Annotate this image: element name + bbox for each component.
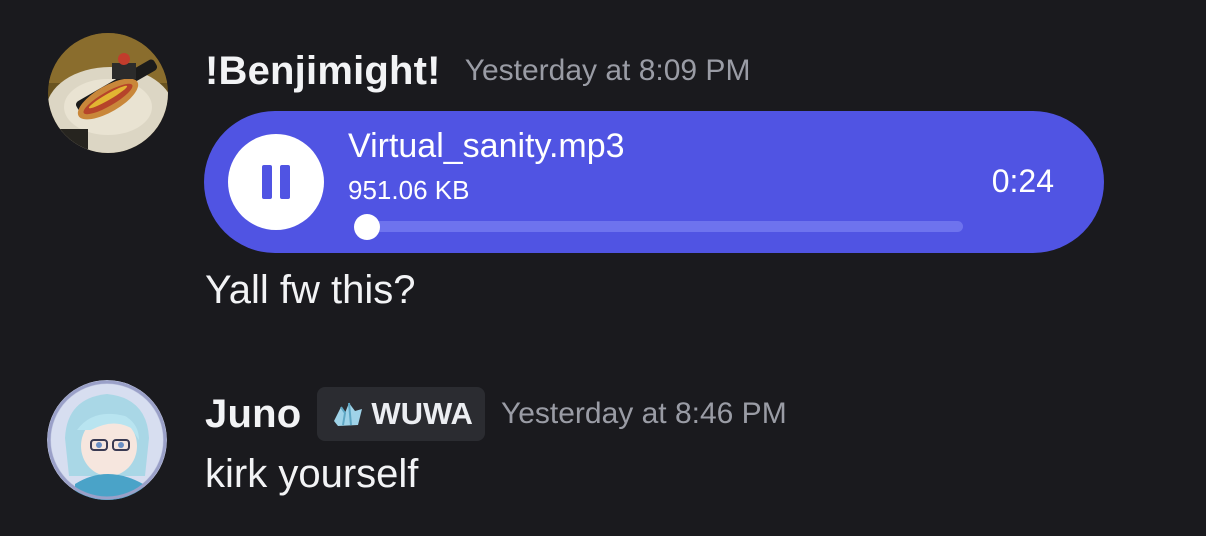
- avatar[interactable]: [48, 33, 168, 153]
- message-1: !Benjimight! Yesterday at 8:09 PM Virtua…: [0, 0, 1206, 340]
- username[interactable]: !Benjimight!: [205, 49, 441, 94]
- crystal-icon: [334, 402, 363, 426]
- audio-progress-handle[interactable]: [354, 213, 381, 240]
- audio-duration: 0:24: [991, 163, 1054, 199]
- audio-attachment: Virtual_sanity.mp3 951.06 KB 0:24: [204, 111, 1104, 253]
- pause-button[interactable]: [228, 134, 324, 230]
- timestamp: Yesterday at 8:09 PM: [464, 54, 751, 87]
- message-content: kirk yourself: [205, 452, 419, 496]
- hot-dog-photo-avatar: [48, 33, 168, 153]
- audio-progress-bar[interactable]: [354, 213, 963, 240]
- timestamp: Yesterday at 8:46 PM: [500, 397, 787, 430]
- server-tag[interactable]: WUWA: [317, 387, 485, 441]
- anime-character-avatar: [47, 380, 167, 500]
- message-header: Juno WUWA Yesterday at 8:46 PM: [205, 386, 787, 442]
- message-content: Yall fw this?: [205, 268, 416, 312]
- audio-file-size: 951.06 KB: [348, 175, 470, 205]
- pause-icon: [262, 165, 272, 199]
- message-2: Juno WUWA Yesterday at 8:46 PM kirk your…: [0, 370, 1206, 536]
- tag-label: WUWA: [371, 396, 473, 431]
- username[interactable]: Juno: [205, 392, 301, 437]
- message-header: !Benjimight! Yesterday at 8:09 PM: [205, 44, 750, 98]
- avatar[interactable]: [47, 380, 167, 500]
- audio-file-name[interactable]: Virtual_sanity.mp3: [348, 127, 625, 166]
